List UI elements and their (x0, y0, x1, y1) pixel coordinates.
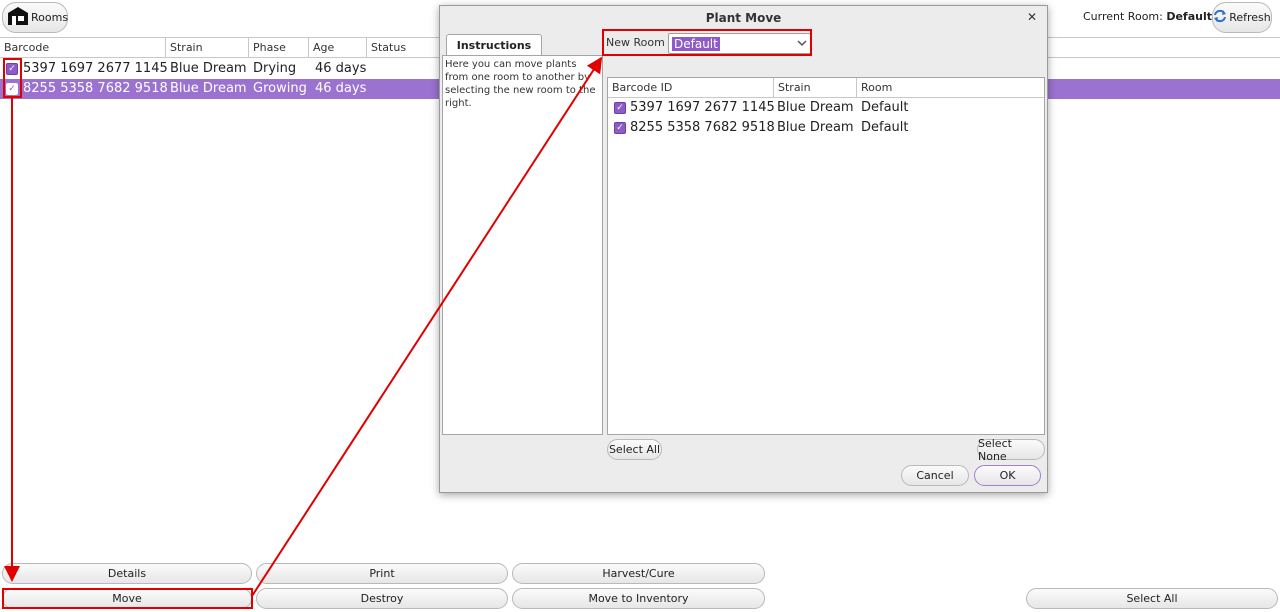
strain-cell: Blue Dream (170, 61, 247, 76)
dialog-select-all-button[interactable]: Select All (607, 439, 662, 460)
phase-cell: Growing (253, 81, 307, 96)
column-header-barcode-id[interactable]: Barcode ID (608, 78, 774, 98)
dialog-select-none-button[interactable]: Select None (977, 437, 1045, 463)
harvest-cure-button[interactable]: Harvest/Cure (512, 563, 765, 584)
move-plants-table: Barcode ID Strain Room ✓ 5397 1697 2677 … (607, 77, 1045, 435)
current-room-value: Default (1166, 10, 1213, 23)
new-room-label: New Room (606, 36, 665, 49)
barcode-cell: 5397 1697 2677 1145 (630, 100, 775, 115)
strain-cell: Blue Dream (777, 120, 854, 135)
room-cell: Default (861, 100, 909, 115)
plant-list-window: Rooms Current Room: Default Refresh Barc… (0, 0, 1280, 612)
row-checkbox[interactable]: ✓ (614, 122, 626, 134)
refresh-icon (1213, 9, 1227, 26)
plant-move-dialog: Plant Move ✕ Instructions Here you can m… (439, 5, 1048, 493)
barcode-cell: 8255 5358 7682 9518 (23, 81, 168, 96)
refresh-button[interactable]: Refresh (1212, 2, 1272, 33)
instructions-text: Here you can move plants from one room t… (445, 59, 596, 109)
column-header-phase[interactable]: Phase (249, 38, 309, 58)
column-header-strain[interactable]: Strain (774, 78, 857, 98)
table-row[interactable]: ✓ 8255 5358 7682 9518 Blue Dream Default (608, 118, 1044, 138)
print-button[interactable]: Print (256, 563, 508, 584)
strain-cell: Blue Dream (777, 100, 854, 115)
rooms-button-label: Rooms (31, 11, 69, 24)
chevron-down-icon[interactable] (797, 36, 807, 53)
column-header-barcode[interactable]: Barcode (0, 38, 166, 58)
refresh-button-label: Refresh (1229, 11, 1271, 24)
row-checkbox[interactable]: ✓ (614, 102, 626, 114)
barcode-cell: 8255 5358 7682 9518 (630, 120, 775, 135)
destroy-button[interactable]: Destroy (256, 588, 508, 609)
move-to-inventory-button[interactable]: Move to Inventory (512, 588, 765, 609)
column-header-strain[interactable]: Strain (166, 38, 249, 58)
barcode-cell: 5397 1697 2677 1145 (23, 61, 168, 76)
select-all-button[interactable]: Select All (1026, 588, 1278, 609)
row-checkbox[interactable]: ✓ (6, 83, 18, 95)
details-button[interactable]: Details (2, 563, 252, 584)
tab-instructions[interactable]: Instructions (446, 34, 542, 56)
warehouse-icon (7, 6, 29, 29)
dialog-title: Plant Move (705, 11, 782, 25)
room-cell: Default (861, 120, 909, 135)
instructions-panel: Here you can move plants from one room t… (442, 55, 603, 435)
new-room-selected-value: Default (672, 37, 720, 51)
row-checkbox[interactable]: ✓ (6, 63, 18, 75)
column-header-room[interactable]: Room (857, 78, 1044, 98)
new-room-select[interactable]: Default (668, 33, 811, 54)
move-button[interactable]: Move (2, 588, 252, 609)
column-header-age[interactable]: Age (309, 38, 367, 58)
age-cell: 46 days (315, 81, 367, 96)
cancel-button[interactable]: Cancel (901, 465, 969, 486)
strain-cell: Blue Dream (170, 81, 247, 96)
ok-button[interactable]: OK (974, 465, 1041, 486)
close-icon[interactable]: ✕ (1027, 10, 1037, 24)
age-cell: 46 days (315, 61, 367, 76)
phase-cell: Drying (253, 61, 297, 76)
rooms-button[interactable]: Rooms (2, 2, 68, 33)
table-row[interactable]: ✓ 5397 1697 2677 1145 Blue Dream Default (608, 98, 1044, 118)
move-table-header: Barcode ID Strain Room (608, 78, 1044, 98)
current-room-indicator: Current Room: Default (1083, 10, 1212, 23)
current-room-label: Current Room: (1083, 10, 1163, 23)
